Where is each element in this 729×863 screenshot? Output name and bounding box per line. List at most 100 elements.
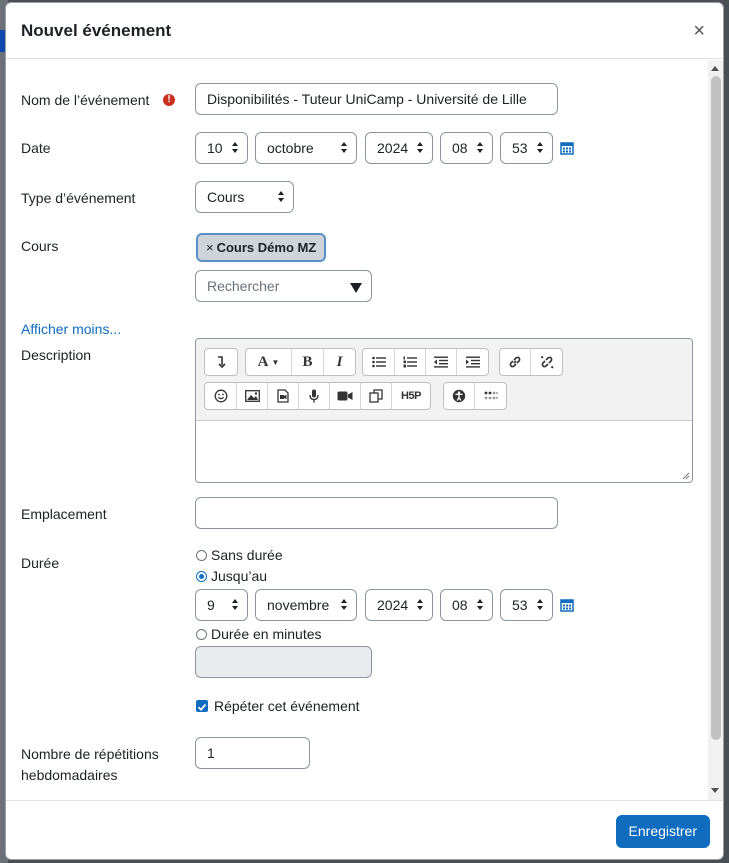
duration-until-radio[interactable] bbox=[196, 571, 207, 582]
date-minute-value: 53 bbox=[512, 140, 528, 156]
until-minute-value: 53 bbox=[512, 597, 528, 613]
until-hour-select[interactable]: 08 bbox=[440, 589, 493, 621]
chevron-updown-icon bbox=[417, 142, 423, 154]
date-year-select[interactable]: 2024 bbox=[365, 132, 433, 164]
date-month-select[interactable]: octobre bbox=[255, 132, 357, 164]
event-type-label: Type d’événement bbox=[21, 190, 136, 206]
modal-title: Nouvel événement bbox=[21, 21, 172, 40]
until-year-value: 2024 bbox=[377, 597, 409, 613]
scroll-thumb[interactable] bbox=[711, 76, 721, 740]
until-year-select[interactable]: 2024 bbox=[365, 589, 433, 621]
toolbar-group-style: A ▼ B I bbox=[245, 348, 356, 376]
unlink-icon[interactable] bbox=[531, 349, 562, 375]
date-label: Date bbox=[21, 140, 51, 156]
emoji-icon[interactable] bbox=[205, 383, 237, 409]
outdent-icon[interactable] bbox=[426, 349, 457, 375]
duration-minutes-label: Durée en minutes bbox=[211, 626, 322, 642]
collapse-icon[interactable] bbox=[205, 349, 237, 375]
font-color-icon[interactable]: A ▼ bbox=[246, 349, 292, 375]
chevron-updown-icon bbox=[278, 191, 284, 203]
until-hour-value: 08 bbox=[452, 597, 468, 613]
check-icon bbox=[197, 703, 207, 712]
description-editor: A ▼ B I H5P bbox=[195, 338, 693, 483]
date-day-select[interactable]: 10 bbox=[195, 132, 248, 164]
bullet-list-icon[interactable] bbox=[363, 349, 395, 375]
course-search-placeholder: Rechercher bbox=[207, 278, 280, 294]
duration-minutes-input bbox=[195, 646, 372, 678]
date-day-value: 10 bbox=[207, 140, 223, 156]
image-icon[interactable] bbox=[237, 383, 268, 409]
bold-icon[interactable]: B bbox=[292, 349, 324, 375]
toolbar-group-media: H5P bbox=[204, 382, 431, 410]
modal-scrollbar[interactable] bbox=[708, 60, 723, 800]
event-type-value: Cours bbox=[207, 189, 245, 205]
modal-header: Nouvel événement × bbox=[6, 3, 723, 59]
remove-tag-icon[interactable]: × bbox=[206, 240, 214, 255]
scroll-up-arrow-icon[interactable] bbox=[711, 66, 719, 71]
weekly-repeats-label-line1: Nombre de répétitions bbox=[21, 746, 159, 762]
manage-files-icon[interactable] bbox=[361, 383, 392, 409]
screenreader-helper-icon[interactable] bbox=[475, 383, 506, 409]
record-audio-icon[interactable] bbox=[299, 383, 330, 409]
indent-icon[interactable] bbox=[457, 349, 488, 375]
chevron-updown-icon bbox=[232, 599, 238, 611]
chevron-updown-icon bbox=[232, 142, 238, 154]
event-type-select[interactable]: Cours bbox=[195, 181, 294, 213]
course-tag[interactable]: × Cours Démo MZ bbox=[196, 233, 327, 262]
numbered-list-icon[interactable] bbox=[395, 349, 426, 375]
course-search-input[interactable]: Rechercher bbox=[195, 270, 372, 302]
new-event-modal: Nouvel événement × Nom de l’événement ! … bbox=[5, 2, 724, 860]
date-hour-select[interactable]: 08 bbox=[440, 132, 493, 164]
chevron-updown-icon bbox=[341, 599, 347, 611]
until-minute-select[interactable]: 53 bbox=[500, 589, 553, 621]
chevron-updown-icon bbox=[341, 142, 347, 154]
event-name-input[interactable]: Disponibilités - Tuteur UniCamp - Univer… bbox=[195, 83, 558, 115]
duration-none-label: Sans durée bbox=[211, 547, 283, 563]
chevron-updown-icon bbox=[537, 142, 543, 154]
weekly-repeats-input[interactable]: 1 bbox=[195, 737, 310, 769]
course-label: Cours bbox=[21, 238, 59, 254]
calendar-icon[interactable] bbox=[560, 598, 574, 612]
until-month-select[interactable]: novembre bbox=[255, 589, 357, 621]
location-input[interactable] bbox=[195, 497, 558, 529]
date-hour-value: 08 bbox=[452, 140, 468, 156]
font-glyph: A bbox=[257, 353, 269, 370]
duration-label: Durée bbox=[21, 555, 60, 571]
record-video-icon[interactable] bbox=[330, 383, 361, 409]
h5p-icon[interactable]: H5P bbox=[392, 383, 430, 409]
until-day-select[interactable]: 9 bbox=[195, 589, 248, 621]
toolbar-group-links bbox=[499, 348, 563, 376]
location-label: Emplacement bbox=[21, 506, 107, 522]
chevron-updown-icon bbox=[477, 142, 483, 154]
course-tag-label: Cours Démo MZ bbox=[216, 240, 317, 255]
toolbar-group-lists bbox=[362, 348, 489, 376]
until-month-value: novembre bbox=[267, 597, 330, 613]
close-button[interactable]: × bbox=[693, 21, 705, 41]
scroll-down-arrow-icon[interactable] bbox=[711, 788, 719, 793]
event-name-label: Nom de l’événement bbox=[21, 92, 150, 108]
resize-handle-icon[interactable] bbox=[682, 472, 690, 480]
description-label: Description bbox=[21, 347, 92, 363]
chevron-updown-icon bbox=[417, 599, 423, 611]
date-year-value: 2024 bbox=[377, 140, 409, 156]
save-button[interactable]: Enregistrer bbox=[615, 815, 710, 848]
modal-body: Nom de l’événement ! Disponibilités - Tu… bbox=[6, 60, 708, 800]
duration-minutes-radio[interactable] bbox=[196, 629, 207, 640]
duration-until-label: Jusqu’au bbox=[211, 568, 268, 584]
dropdown-arrow-icon[interactable] bbox=[350, 283, 362, 293]
repeat-label: Répéter cet événement bbox=[214, 698, 360, 714]
description-textarea[interactable] bbox=[196, 422, 692, 482]
repeat-checkbox[interactable] bbox=[196, 700, 208, 712]
weekly-repeats-label-line2: hebdomadaires bbox=[21, 767, 118, 783]
toolbar-group-collapse bbox=[204, 348, 238, 376]
show-less-link[interactable]: Afficher moins... bbox=[21, 321, 121, 337]
media-icon[interactable] bbox=[268, 383, 299, 409]
date-month-value: octobre bbox=[267, 140, 314, 156]
accessibility-checker-icon[interactable] bbox=[444, 383, 475, 409]
editor-toolbar: A ▼ B I H5P bbox=[196, 339, 692, 421]
calendar-icon[interactable] bbox=[560, 141, 574, 155]
link-icon[interactable] bbox=[500, 349, 531, 375]
italic-icon[interactable]: I bbox=[324, 349, 355, 375]
date-minute-select[interactable]: 53 bbox=[500, 132, 553, 164]
duration-none-radio[interactable] bbox=[196, 550, 207, 561]
